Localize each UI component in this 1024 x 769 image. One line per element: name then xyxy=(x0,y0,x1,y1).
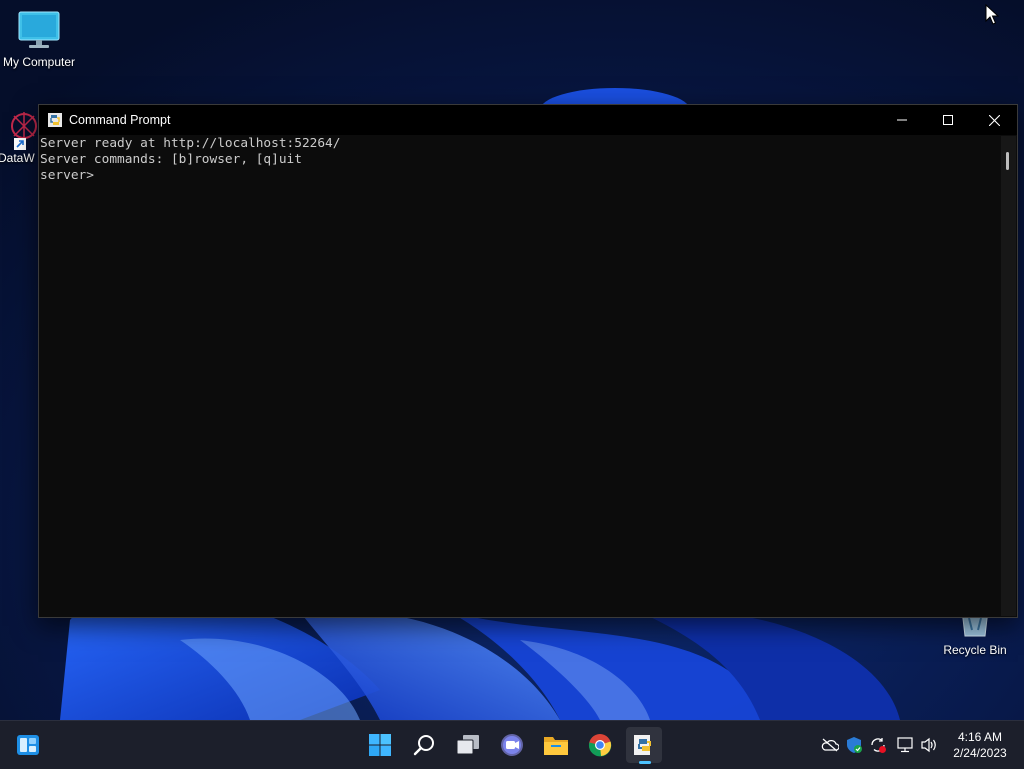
console-prompt-line: server> xyxy=(40,168,94,183)
taskbar-clock[interactable]: 4:16 AM 2/24/2023 xyxy=(946,729,1014,761)
desktop-icon-label: Recycle Bin xyxy=(943,643,1007,657)
close-icon xyxy=(988,114,1000,126)
sync-status-icon[interactable] xyxy=(868,735,888,755)
search-icon xyxy=(413,735,434,756)
windows-security-icon[interactable] xyxy=(844,735,864,755)
taskbar: 4:16 AM 2/24/2023 xyxy=(0,720,1024,769)
mouse-cursor-icon xyxy=(985,4,999,25)
chrome-icon xyxy=(588,734,612,757)
clock-time: 4:16 AM xyxy=(957,730,1003,744)
onedrive-icon[interactable] xyxy=(820,735,840,755)
console-line: Server commands: [b]rowser, [q]uit xyxy=(40,152,302,167)
desktop-icon-label: My Computer xyxy=(2,55,76,69)
window-title-bar[interactable]: Command Prompt xyxy=(39,105,1017,135)
network-icon[interactable] xyxy=(895,735,915,755)
minimize-icon xyxy=(897,119,907,121)
start-button[interactable] xyxy=(362,727,398,763)
dataw-app-icon xyxy=(11,112,37,150)
command-prompt-window[interactable]: Command Prompt Server ready at http://lo… xyxy=(38,104,1018,618)
file-explorer-button[interactable] xyxy=(538,727,574,763)
folder-icon xyxy=(544,737,568,755)
task-view-icon xyxy=(456,735,479,755)
close-button[interactable] xyxy=(971,105,1017,135)
widgets-button[interactable] xyxy=(10,727,46,763)
console-line: Server ready at http://localhost:52264/ xyxy=(40,136,341,151)
widgets-icon xyxy=(17,735,39,755)
windows-logo-icon xyxy=(369,734,391,756)
network-icon-glyph xyxy=(897,737,913,753)
python-taskbar-button[interactable] xyxy=(626,727,662,763)
python-icon xyxy=(48,113,62,127)
clock-date: 2/24/2023 xyxy=(953,746,1007,760)
speaker-icon xyxy=(921,737,936,753)
minimize-button[interactable] xyxy=(879,105,925,135)
chrome-button[interactable] xyxy=(582,727,618,763)
teams-chat-icon xyxy=(501,734,523,756)
shield-icon xyxy=(847,737,862,753)
window-title: Command Prompt xyxy=(69,113,171,127)
scrollbar-thumb[interactable] xyxy=(1006,152,1009,170)
task-view-button[interactable] xyxy=(450,727,486,763)
desktop-icon-my-computer[interactable]: My Computer xyxy=(0,10,79,69)
chat-button[interactable] xyxy=(494,727,530,763)
onedrive-offline-icon xyxy=(821,738,839,752)
console-output[interactable]: Server ready at http://localhost:52264/S… xyxy=(39,136,1002,616)
monitor-icon xyxy=(18,11,60,48)
maximize-button[interactable] xyxy=(925,105,971,135)
search-button[interactable] xyxy=(406,727,442,763)
vertical-scrollbar[interactable] xyxy=(1001,136,1016,616)
sync-error-icon xyxy=(871,738,886,753)
python-icon xyxy=(634,735,651,755)
maximize-icon xyxy=(943,115,953,125)
volume-icon[interactable] xyxy=(919,735,939,755)
active-app-indicator xyxy=(639,761,651,764)
